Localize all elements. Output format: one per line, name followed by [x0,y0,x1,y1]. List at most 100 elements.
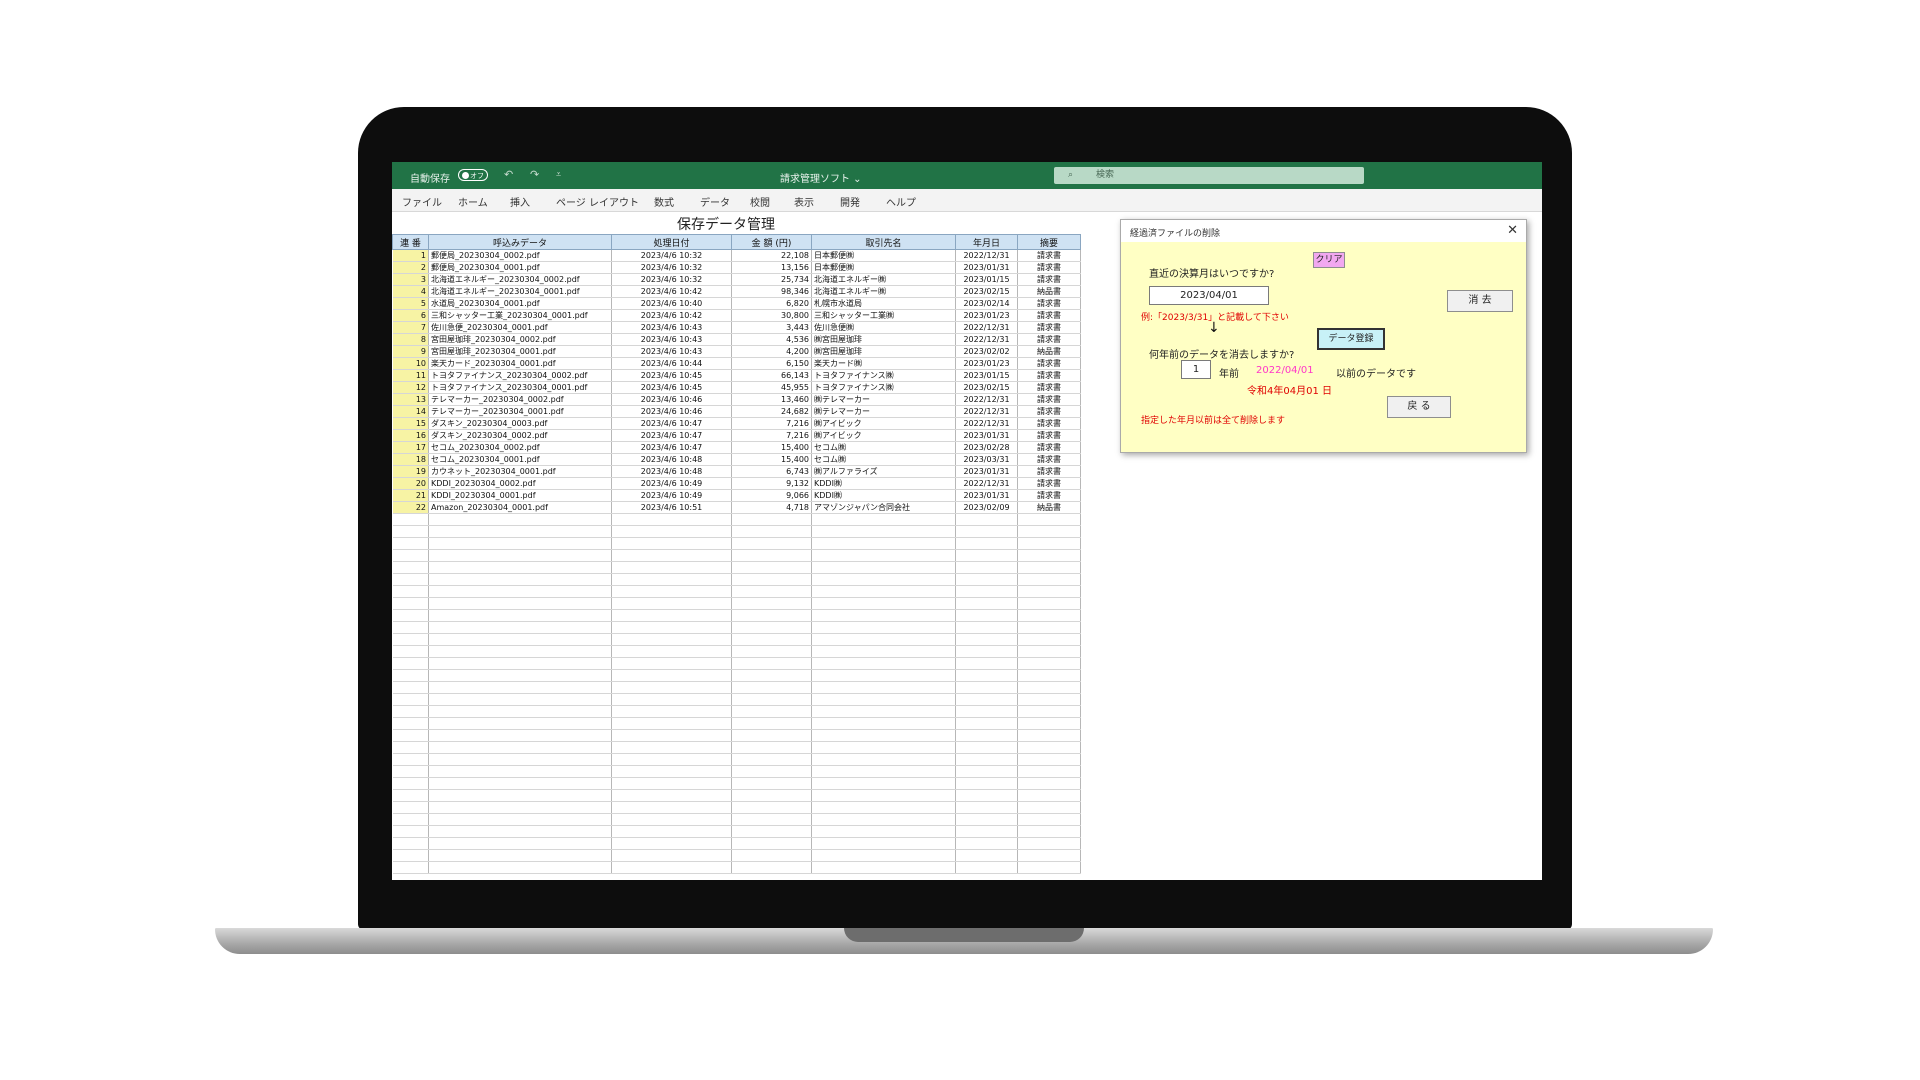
cell-vendor[interactable] [811,789,956,802]
cell-vendor[interactable] [811,549,956,562]
cell-vendor[interactable]: KDDI㈱ [811,489,956,502]
cell-no[interactable] [392,669,429,682]
cell-vendor[interactable] [811,585,956,598]
undo-icon[interactable]: ↶ [504,168,513,181]
cell-file[interactable]: 宮田屋珈琲_20230304_0001.pdf [428,345,612,358]
cell-type[interactable]: 請求書 [1017,273,1081,286]
cell-file[interactable] [428,717,612,730]
cell-vendor[interactable]: 日本郵便㈱ [811,261,956,274]
cell-processed[interactable]: 2023/4/6 10:51 [611,501,732,514]
search-box[interactable]: ⌕ 検索 [1054,167,1364,184]
cell-processed[interactable]: 2023/4/6 10:43 [611,333,732,346]
cell-file[interactable] [428,657,612,670]
cell-file[interactable]: カウネット_20230304_0001.pdf [428,465,612,478]
cell-date[interactable]: 2022/12/31 [955,321,1018,334]
cell-amount[interactable] [731,537,812,550]
cell-date[interactable]: 2022/12/31 [955,477,1018,490]
cell-processed[interactable] [611,789,732,802]
cell-type[interactable] [1017,741,1081,754]
cell-date[interactable]: 2023/02/15 [955,381,1018,394]
cell-vendor[interactable] [811,633,956,646]
cell-date[interactable] [955,513,1018,526]
cell-file[interactable]: テレマーカー_20230304_0002.pdf [428,393,612,406]
cell-amount[interactable] [731,729,812,742]
cell-type[interactable]: 請求書 [1017,477,1081,490]
cell-date[interactable]: 2023/01/31 [955,261,1018,274]
cell-type[interactable]: 請求書 [1017,381,1081,394]
cell-amount[interactable]: 30,800 [731,309,812,322]
cell-file[interactable] [428,813,612,826]
cell-file[interactable]: テレマーカー_20230304_0001.pdf [428,405,612,418]
cell-amount[interactable]: 66,143 [731,369,812,382]
cell-file[interactable] [428,777,612,790]
cell-file[interactable] [428,729,612,742]
cell-vendor[interactable] [811,825,956,838]
cell-vendor[interactable]: 札幌市水道局 [811,297,956,310]
tab-file[interactable]: ファイル [402,194,442,209]
cell-processed[interactable]: 2023/4/6 10:48 [611,453,732,466]
cell-date[interactable]: 2023/01/15 [955,273,1018,286]
cell-processed[interactable] [611,657,732,670]
cell-type[interactable]: 納品書 [1017,285,1081,298]
cell-processed[interactable]: 2023/4/6 10:48 [611,465,732,478]
cell-no[interactable]: 5 [392,297,429,310]
cell-type[interactable]: 請求書 [1017,489,1081,502]
cell-processed[interactable]: 2023/4/6 10:32 [611,261,732,274]
cell-no[interactable]: 13 [392,393,429,406]
cell-amount[interactable]: 15,400 [731,441,812,454]
cell-file[interactable]: 宮田屋珈琲_20230304_0002.pdf [428,333,612,346]
cell-amount[interactable] [731,573,812,586]
cell-no[interactable] [392,861,429,874]
cell-processed[interactable]: 2023/4/6 10:32 [611,249,732,262]
cell-vendor[interactable] [811,561,956,574]
cell-date[interactable] [955,753,1018,766]
cell-file[interactable] [428,561,612,574]
cell-processed[interactable]: 2023/4/6 10:49 [611,477,732,490]
cell-file[interactable] [428,693,612,706]
cell-vendor[interactable] [811,621,956,634]
cell-processed[interactable]: 2023/4/6 10:46 [611,405,732,418]
cell-type[interactable] [1017,729,1081,742]
cell-no[interactable] [392,657,429,670]
cell-amount[interactable] [731,525,812,538]
cell-processed[interactable]: 2023/4/6 10:47 [611,417,732,430]
cell-amount[interactable] [731,861,812,874]
cell-vendor[interactable]: ㈱宮田屋珈琲 [811,345,956,358]
cell-no[interactable] [392,789,429,802]
cell-no[interactable] [392,537,429,550]
cell-amount[interactable]: 6,150 [731,357,812,370]
cell-file[interactable] [428,705,612,718]
cell-type[interactable] [1017,645,1081,658]
cell-amount[interactable] [731,645,812,658]
cell-amount[interactable] [731,825,812,838]
cell-amount[interactable]: 22,108 [731,249,812,262]
cell-type[interactable]: 請求書 [1017,465,1081,478]
cell-processed[interactable] [611,765,732,778]
cell-type[interactable] [1017,513,1081,526]
cell-file[interactable] [428,573,612,586]
cell-processed[interactable] [611,837,732,850]
cell-processed[interactable]: 2023/4/6 10:46 [611,393,732,406]
tab-view[interactable]: 表示 [794,194,814,209]
cell-no[interactable]: 18 [392,453,429,466]
cell-amount[interactable] [731,633,812,646]
cell-amount[interactable] [731,837,812,850]
cell-vendor[interactable] [811,537,956,550]
cell-date[interactable]: 2023/01/31 [955,489,1018,502]
cell-file[interactable]: 三和シャッター工業_20230304_0001.pdf [428,309,612,322]
cell-date[interactable] [955,789,1018,802]
cell-date[interactable] [955,693,1018,706]
cell-date[interactable]: 2023/01/31 [955,429,1018,442]
cell-type[interactable] [1017,621,1081,634]
cell-date[interactable] [955,861,1018,874]
cell-file[interactable]: 水道局_20230304_0001.pdf [428,297,612,310]
cell-file[interactable] [428,825,612,838]
cell-amount[interactable]: 24,682 [731,405,812,418]
cell-amount[interactable] [731,621,812,634]
cell-vendor[interactable]: ㈱アイビック [811,417,956,430]
cell-date[interactable]: 2023/01/31 [955,465,1018,478]
cell-no[interactable]: 16 [392,429,429,442]
cell-processed[interactable] [611,741,732,754]
cell-no[interactable] [392,717,429,730]
cell-type[interactable] [1017,777,1081,790]
